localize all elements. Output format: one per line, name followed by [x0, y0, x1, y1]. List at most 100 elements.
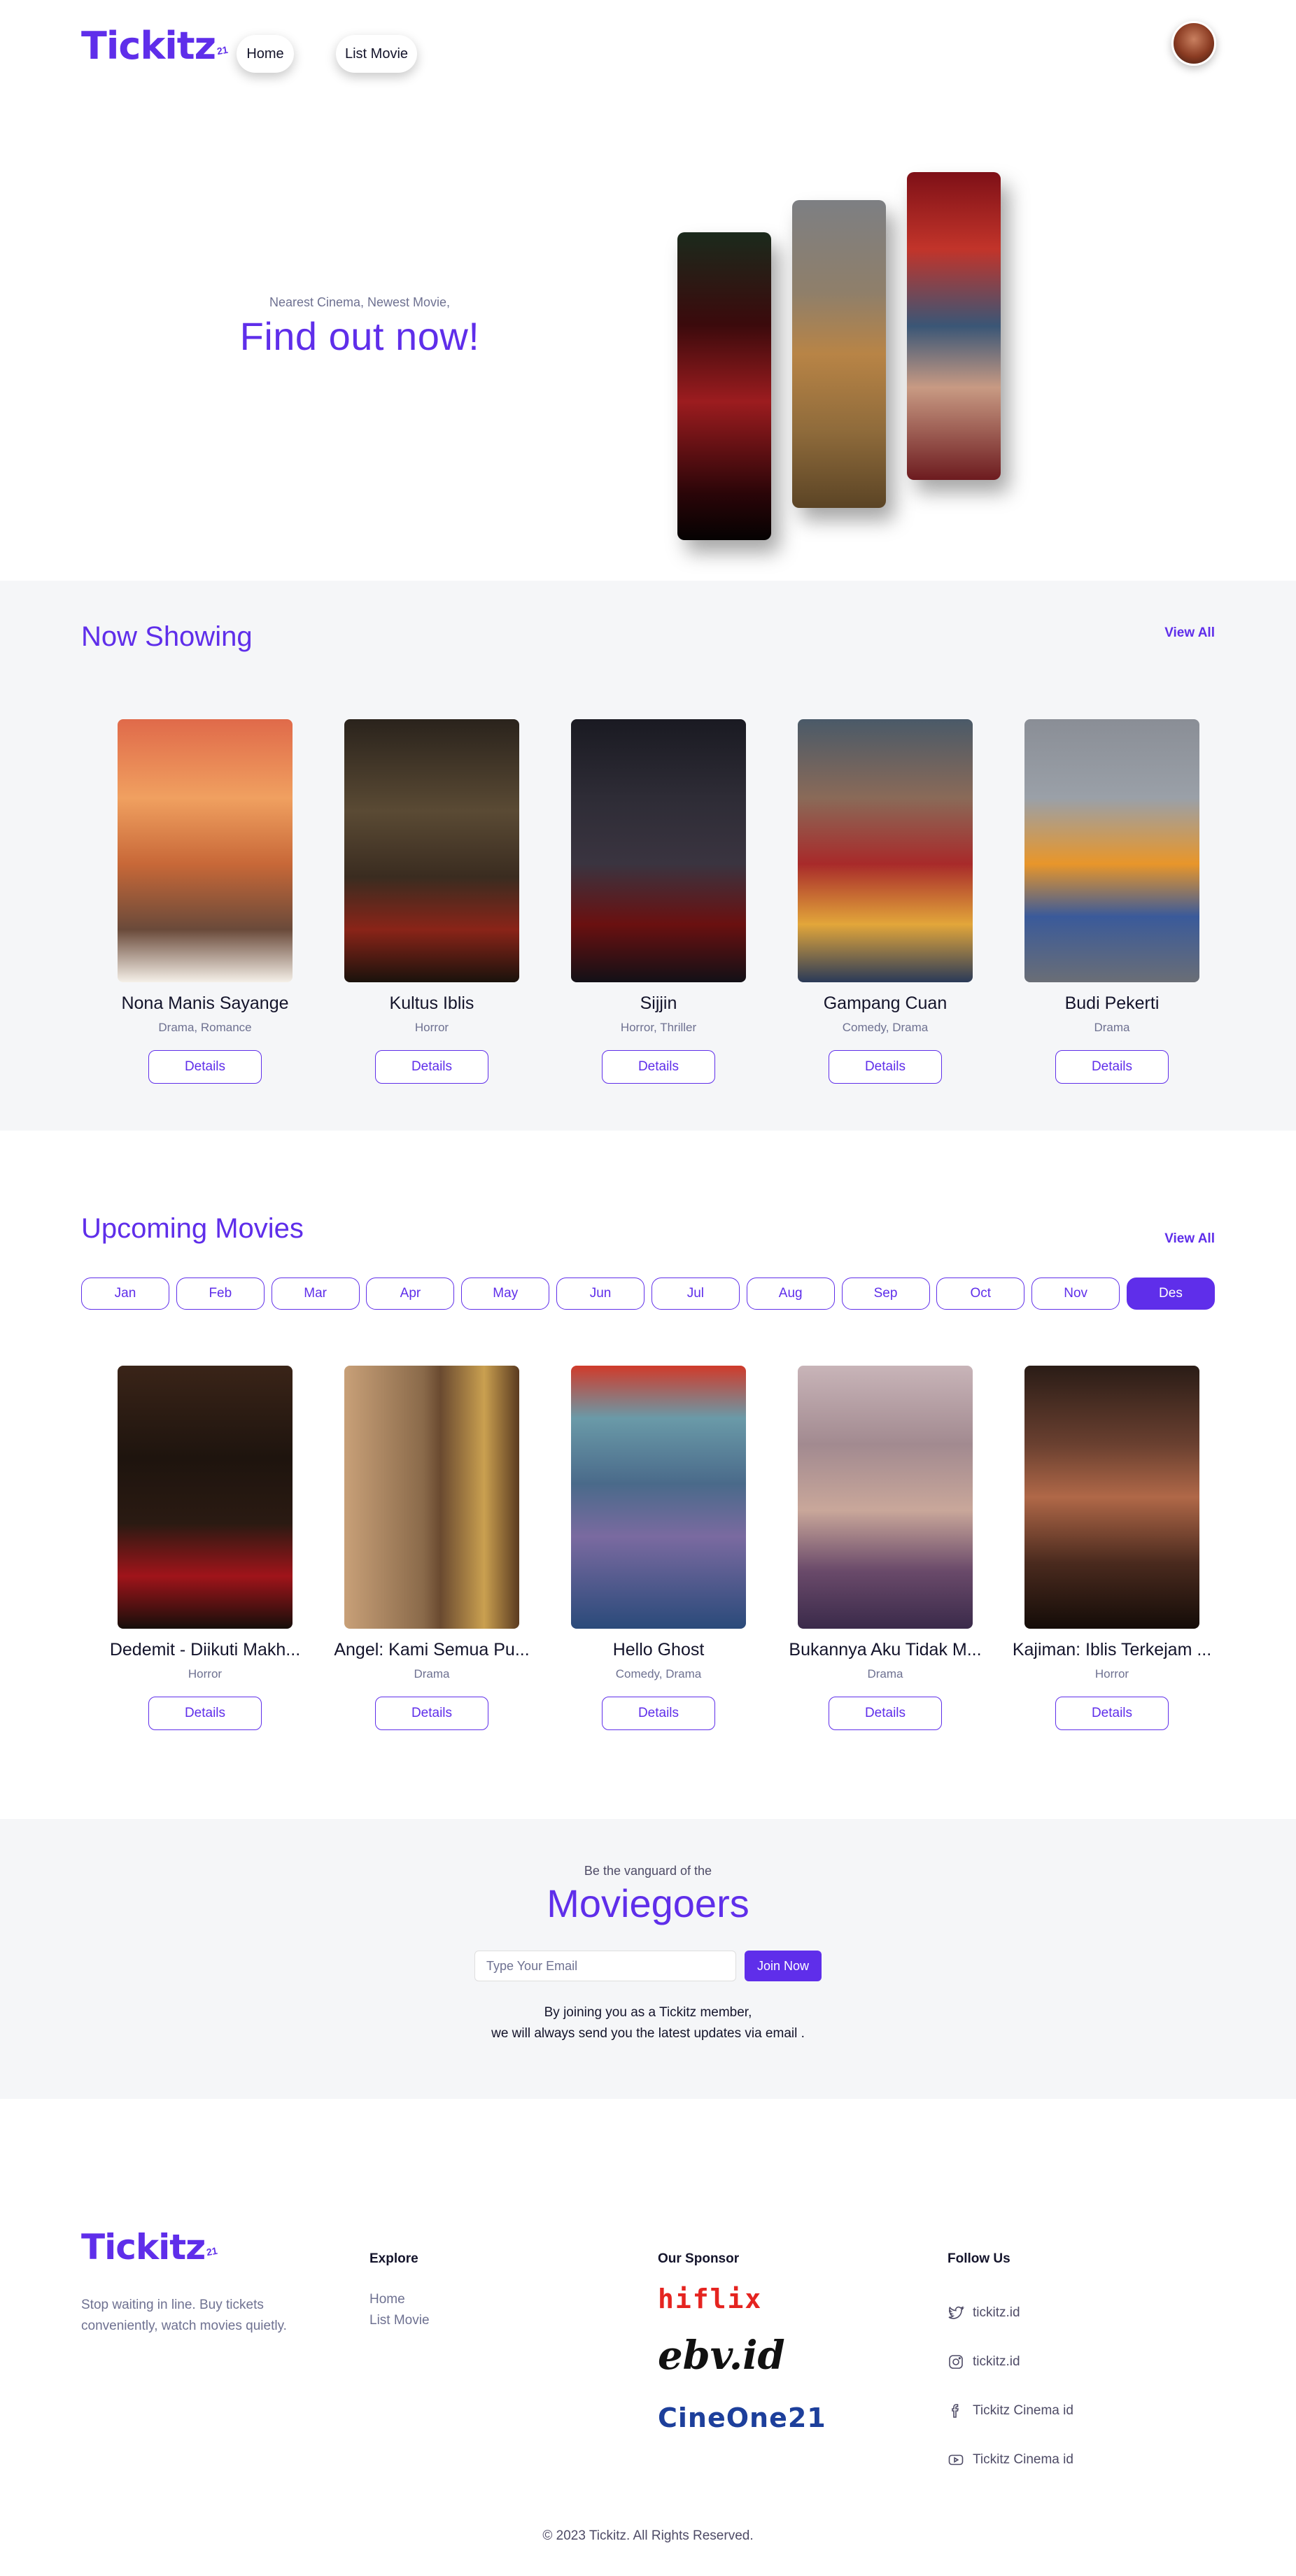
footer-logo-badge: 21 — [206, 2244, 219, 2258]
movie-poster[interactable] — [571, 719, 746, 982]
details-button[interactable]: Details — [602, 1050, 715, 1084]
movie-card: Dedemit - Diikuti Makh... Horror Details — [104, 1366, 307, 1730]
social-facebook-link[interactable]: Tickitz Cinema id — [948, 2402, 1073, 2419]
facebook-icon — [952, 2404, 959, 2418]
details-button[interactable]: Details — [602, 1697, 715, 1730]
movie-genre: Drama — [414, 1667, 450, 1680]
details-button[interactable]: Details — [375, 1697, 488, 1730]
hero-poster-3 — [907, 172, 1001, 480]
movie-card: Kajiman: Iblis Terkejam ... Horror Detai… — [1010, 1366, 1213, 1730]
month-pill-des[interactable]: Des — [1126, 1278, 1215, 1310]
sponsor-hiflix-logo: hiflix — [658, 2284, 763, 2314]
month-pill-oct[interactable]: Oct — [936, 1278, 1025, 1310]
movie-card: Nona Manis Sayange Drama, Romance Detail… — [104, 719, 307, 1084]
movie-poster[interactable] — [571, 1366, 746, 1629]
social-youtube-link[interactable]: Tickitz Cinema id — [948, 2451, 1073, 2468]
newsletter-note-line-2: we will always send you the latest updat… — [491, 2026, 805, 2041]
details-button[interactable]: Details — [148, 1697, 262, 1730]
copyright: © 2023 Tickitz. All Rights Reserved. — [542, 2528, 754, 2543]
movie-title: Sijjin — [640, 993, 677, 1013]
instagram-icon — [949, 2355, 963, 2369]
month-pill-jun[interactable]: Jun — [556, 1278, 645, 1310]
footer-link-list-movie[interactable]: List Movie — [369, 2313, 430, 2328]
join-now-button[interactable]: Join Now — [745, 1951, 822, 1981]
movie-genre: Horror — [414, 1021, 449, 1034]
month-pill-nov[interactable]: Nov — [1031, 1278, 1120, 1310]
movie-poster[interactable] — [344, 719, 519, 982]
social-label: Tickitz Cinema id — [973, 2403, 1073, 2418]
social-label: tickitz.id — [973, 2305, 1020, 2320]
movie-poster[interactable] — [1024, 719, 1199, 982]
footer-explore-heading: Explore — [369, 2251, 418, 2266]
hero-poster-2 — [792, 200, 886, 508]
newsletter-subtitle: Be the vanguard of the — [584, 1864, 712, 1878]
month-pill-jan[interactable]: Jan — [81, 1278, 169, 1310]
movie-poster[interactable] — [118, 1366, 293, 1629]
details-button[interactable]: Details — [829, 1697, 942, 1730]
movie-title: Nona Manis Sayange — [121, 993, 289, 1013]
footer-sponsor-heading: Our Sponsor — [658, 2251, 740, 2266]
month-filter: Jan Feb Mar Apr May Jun Jul Aug Sep Oct … — [81, 1278, 1215, 1310]
footer-logo-text: Tickitz — [81, 2227, 206, 2267]
logo[interactable]: Tickitz 21 — [81, 24, 229, 69]
month-pill-sep[interactable]: Sep — [841, 1278, 930, 1310]
movie-genre: Drama — [1094, 1021, 1130, 1034]
movie-title: Hello Ghost — [612, 1640, 705, 1659]
month-pill-apr[interactable]: Apr — [366, 1278, 455, 1310]
movie-title: Kultus Iblis — [389, 993, 474, 1013]
social-label: tickitz.id — [973, 2354, 1020, 2369]
footer-follow-heading: Follow Us — [948, 2251, 1010, 2266]
movie-genre: Horror, Thriller — [620, 1021, 697, 1034]
movie-genre: Comedy, Drama — [842, 1021, 929, 1034]
movie-poster[interactable] — [118, 719, 293, 982]
month-pill-mar[interactable]: Mar — [271, 1278, 360, 1310]
movie-poster[interactable] — [798, 1366, 973, 1629]
sponsor-cineone21-logo: CineOne21 — [658, 2402, 826, 2433]
now-showing-view-all-link[interactable]: View All — [1164, 625, 1215, 641]
twitter-icon — [948, 2306, 964, 2319]
movie-title: Bukannya Aku Tidak M... — [789, 1640, 982, 1659]
hero-poster-1 — [677, 232, 771, 540]
avatar[interactable] — [1171, 21, 1216, 66]
movie-card: Hello Ghost Comedy, Drama Details — [557, 1366, 760, 1730]
now-showing-title: Now Showing — [81, 621, 253, 652]
movie-genre: Horror — [1094, 1667, 1129, 1680]
month-pill-aug[interactable]: Aug — [746, 1278, 835, 1310]
upcoming-view-all-link[interactable]: View All — [1164, 1231, 1215, 1247]
nav-home-button[interactable]: Home — [237, 35, 294, 73]
details-button[interactable]: Details — [1055, 1697, 1169, 1730]
footer-logo[interactable]: Tickitz 21 — [81, 2227, 219, 2270]
details-button[interactable]: Details — [148, 1050, 262, 1084]
movie-poster[interactable] — [344, 1366, 519, 1629]
nav-list-movie-button[interactable]: List Movie — [336, 35, 417, 73]
social-label: Tickitz Cinema id — [973, 2452, 1073, 2467]
social-instagram-link[interactable]: tickitz.id — [948, 2354, 1020, 2370]
movie-card: Sijjin Horror, Thriller Details — [557, 719, 760, 1084]
details-button[interactable]: Details — [1055, 1050, 1169, 1084]
footer-description: Stop waiting in line. Buy tickets conven… — [81, 2298, 287, 2333]
hero-subtitle: Nearest Cinema, Newest Movie, — [269, 295, 451, 309]
movie-genre: Drama — [867, 1667, 903, 1680]
logo-text: Tickitz — [81, 24, 216, 68]
social-twitter-link[interactable]: tickitz.id — [948, 2305, 1020, 2321]
sponsor-ebv-logo: ebv.id — [658, 2333, 785, 2379]
movie-poster[interactable] — [1024, 1366, 1199, 1629]
month-pill-may[interactable]: May — [461, 1278, 550, 1310]
movie-poster[interactable] — [798, 719, 973, 982]
movie-card: Kultus Iblis Horror Details — [330, 719, 533, 1084]
logo-badge: 21 — [216, 43, 229, 57]
movie-genre: Drama, Romance — [158, 1021, 252, 1034]
details-button[interactable]: Details — [375, 1050, 488, 1084]
youtube-icon — [948, 2454, 964, 2465]
movie-title: Kajiman: Iblis Terkejam ... — [1012, 1640, 1212, 1659]
movie-card: Bukannya Aku Tidak M... Drama Details — [784, 1366, 987, 1730]
hero-title: Find out now! — [239, 314, 480, 358]
details-button[interactable]: Details — [829, 1050, 942, 1084]
movie-title: Dedemit - Diikuti Makh... — [109, 1640, 301, 1659]
month-pill-jul[interactable]: Jul — [651, 1278, 740, 1310]
movie-card: Budi Pekerti Drama Details — [1010, 719, 1213, 1084]
month-pill-feb[interactable]: Feb — [176, 1278, 265, 1310]
footer-link-home[interactable]: Home — [369, 2292, 405, 2307]
movie-genre: Horror — [188, 1667, 223, 1680]
email-input[interactable] — [474, 1951, 736, 1981]
